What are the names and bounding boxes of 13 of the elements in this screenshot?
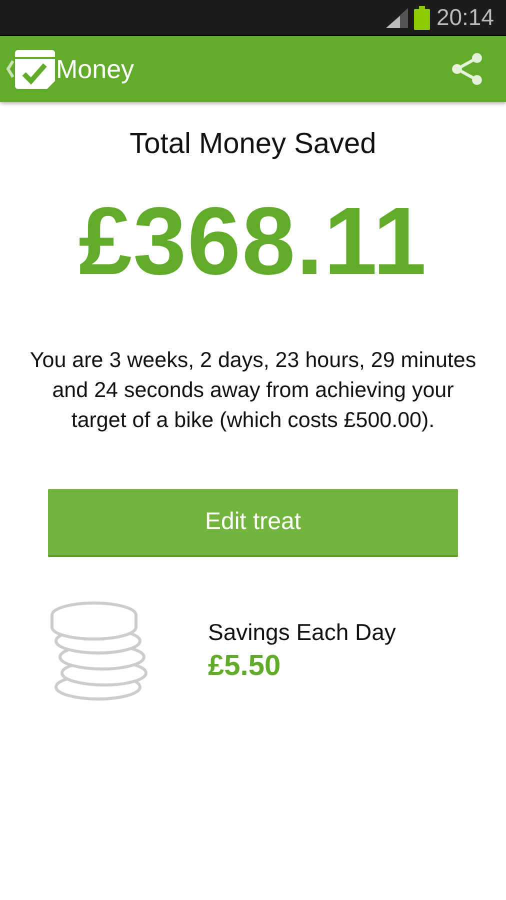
battery-icon	[414, 6, 430, 30]
target-message: You are 3 weeks, 2 days, 23 hours, 29 minutes and 24 seconds away from achieving your target of a bike (which costs £500.00).	[28, 347, 478, 434]
edit-treat-button[interactable]: Edit treat	[48, 488, 458, 556]
total-label: Total Money Saved	[130, 128, 376, 161]
share-icon[interactable]	[450, 52, 484, 86]
clock-time: 20:14	[436, 4, 494, 31]
screen-title: Money	[56, 54, 134, 84]
total-amount: £368.11	[78, 187, 428, 297]
back-caret-icon	[6, 60, 14, 78]
signal-icon	[386, 8, 408, 28]
daily-savings-amount: £5.50	[208, 650, 282, 682]
daily-savings-label: Savings Each Day	[208, 618, 396, 646]
calendar-check-icon[interactable]	[14, 48, 56, 90]
